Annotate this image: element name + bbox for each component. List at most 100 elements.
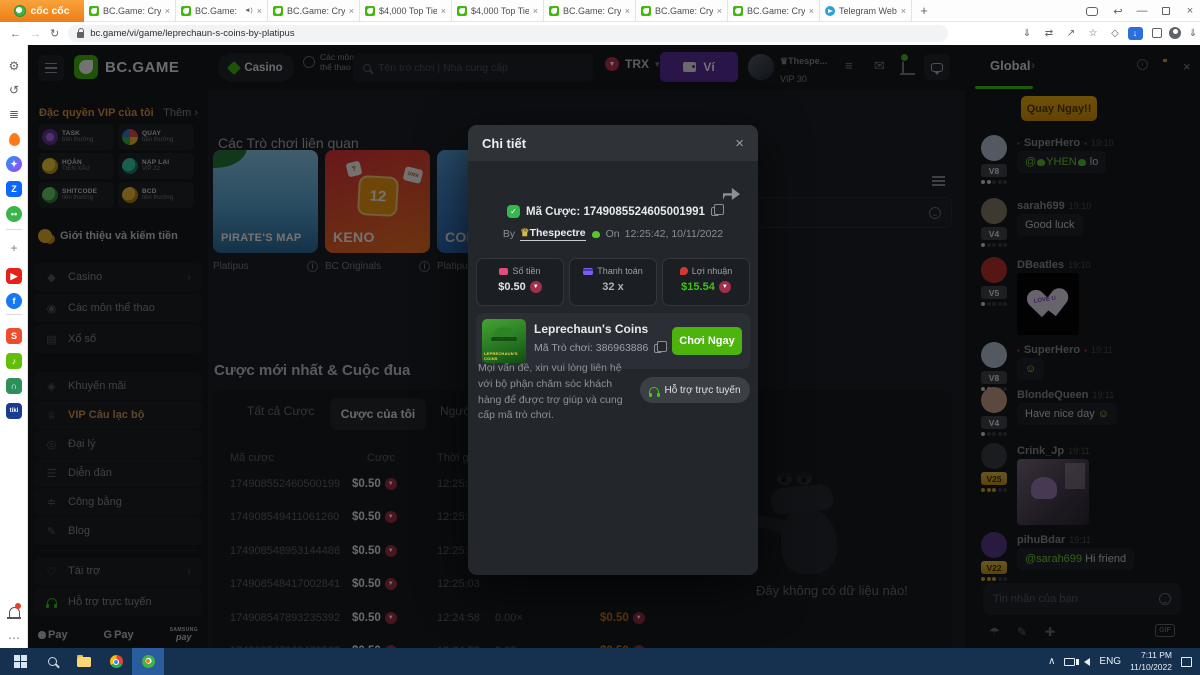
tab-close-icon[interactable]: × <box>533 6 538 16</box>
network-icon[interactable] <box>1064 658 1075 666</box>
notifications-bell-icon[interactable] <box>5 603 23 621</box>
browser-tab-6[interactable]: BC.Game: Crypto× <box>544 0 636 21</box>
window-close-button[interactable]: × <box>1178 0 1200 22</box>
bcgame-favicon <box>365 6 375 16</box>
reading-list-icon[interactable]: ≣ <box>5 105 23 123</box>
trx-token-icon: ▼ <box>530 281 542 293</box>
copy-icon[interactable] <box>711 207 719 216</box>
screen: cốc cốc BC.Game: Crypto× BC.Game: Cry◄)×… <box>0 0 1200 675</box>
crown-icon: ♛ <box>520 227 529 239</box>
tab-close-icon[interactable]: × <box>441 6 446 16</box>
tab-close-icon[interactable]: × <box>717 6 722 16</box>
window-minimize-button[interactable]: — <box>1130 0 1154 22</box>
tab-close-icon[interactable]: × <box>349 6 354 16</box>
trx-token-icon: ▼ <box>719 281 731 293</box>
share-icon[interactable] <box>723 187 740 200</box>
browser-tab-4[interactable]: $4,000 Top Tier P× <box>360 0 452 21</box>
browser-tab-7[interactable]: BC.Game: Crypto× <box>636 0 728 21</box>
url-text[interactable]: bc.game/vi/game/leprechaun-s-coins-by-pl… <box>90 28 294 39</box>
tiki-icon[interactable]: tiki <box>5 402 23 420</box>
game-thumbnail[interactable]: LEPRECHAUN'S COINS <box>482 319 526 363</box>
share-page-icon[interactable]: ↗ <box>1062 24 1080 42</box>
adblock-shield-icon[interactable]: ◇ <box>1106 24 1124 42</box>
zalo-icon[interactable]: Z <box>5 180 23 198</box>
tab-search-icon[interactable] <box>1080 0 1104 22</box>
translate-icon[interactable]: ⇄ <box>1040 24 1058 42</box>
games-icon[interactable]: •• <box>5 205 23 223</box>
headphones-icon <box>649 387 659 394</box>
action-center-icon[interactable] <box>1181 657 1192 667</box>
clock[interactable]: 7:11 PM11/10/2022 <box>1130 650 1172 672</box>
education-icon[interactable]: ∩ <box>5 377 23 395</box>
browser-tab-telegram[interactable]: Telegram Web× <box>820 0 912 21</box>
forward-icon[interactable]: → <box>30 28 41 40</box>
brand-label: cốc cốc <box>30 5 69 17</box>
profit-icon <box>680 267 688 275</box>
copy-icon[interactable] <box>654 344 662 353</box>
windows-taskbar: ∧ ENG 7:11 PM11/10/2022 <box>0 648 1200 675</box>
back-icon[interactable]: ← <box>10 28 21 40</box>
coccoc-menu-button[interactable]: cốc cốc <box>0 0 84 22</box>
volume-icon[interactable] <box>1084 658 1090 666</box>
bcgame-favicon <box>457 6 467 16</box>
downloader-icon[interactable]: ↓ <box>1126 24 1144 42</box>
verified-icon: ✓ <box>507 205 520 218</box>
browser-tab-1[interactable]: BC.Game: Crypto× <box>84 0 176 21</box>
sidebar-divider <box>6 229 22 230</box>
facebook-icon[interactable]: f <box>5 292 23 310</box>
window-maximize-button[interactable] <box>1154 0 1178 22</box>
bcgame-favicon <box>89 6 99 16</box>
history-icon[interactable]: ↺ <box>5 81 23 99</box>
bet-user-link[interactable]: ♛Thespectre <box>520 227 585 241</box>
file-explorer-icon[interactable] <box>68 648 100 675</box>
coccoc-taskbar-icon[interactable] <box>132 648 164 675</box>
browser-tab-8[interactable]: BC.Game: Crypto× <box>728 0 820 21</box>
browser-tab-3[interactable]: BC.Game: Crypto× <box>268 0 360 21</box>
tab-close-icon[interactable]: × <box>625 6 630 16</box>
tab-close-icon[interactable]: × <box>809 6 814 16</box>
more-options-icon[interactable]: ⋯ <box>5 629 23 647</box>
chrome-icon[interactable] <box>100 648 132 675</box>
telegram-favicon <box>825 6 835 16</box>
language-indicator[interactable]: ENG <box>1099 656 1121 667</box>
reload-icon[interactable]: ↻ <box>50 27 59 40</box>
modal-header: Chi tiết × <box>468 125 758 161</box>
bookmark-star-icon[interactable]: ☆ <box>1084 24 1102 42</box>
youtube-icon[interactable]: ▶ <box>5 267 23 285</box>
bet-details-modal: Chi tiết × ✓ Mã Cược: 174908552460500199… <box>468 125 758 575</box>
bcgame-app: BC.GAME Đặc quyền VIP của tôi Thêm › TAS… <box>28 45 1200 648</box>
browser-tab-5[interactable]: $4,000 Top Tier P× <box>452 0 544 21</box>
stat-payout: Thanh toán 32 x <box>569 258 657 306</box>
new-tab-button[interactable]: + <box>912 0 936 21</box>
hot-news-icon[interactable] <box>5 130 23 148</box>
zing-icon[interactable]: ♪ <box>5 352 23 370</box>
hidden-icons-chevron[interactable]: ∧ <box>1048 656 1055 667</box>
download-page-icon[interactable]: ⇓ <box>1018 24 1036 42</box>
amount-icon <box>499 268 508 275</box>
browser-tab-2[interactable]: BC.Game: Cry◄)× <box>176 0 268 21</box>
modal-close-icon[interactable]: × <box>735 135 744 152</box>
messenger-icon[interactable]: ✦ <box>5 155 23 173</box>
profile-icon[interactable] <box>1166 24 1184 42</box>
payout-icon <box>583 268 593 275</box>
browser-sidebar: ⚙ ↺ ≣ ✦ Z •• + ▶ f S ♪ ∩ tiki ⋯ <box>0 45 28 648</box>
tab-close-icon[interactable]: × <box>901 6 906 16</box>
bet-byline: By ♛Thespectre On 12:25:42, 10/11/2022 <box>468 227 758 241</box>
tab-close-icon[interactable]: × <box>165 6 170 16</box>
stat-amount: Số tiền $0.50▼ <box>476 258 564 306</box>
play-now-button[interactable]: Chơi Ngay <box>672 327 742 355</box>
sidebar-divider <box>6 314 22 315</box>
taskbar-search-icon[interactable] <box>36 648 68 675</box>
extensions-puzzle-icon[interactable] <box>1148 24 1166 42</box>
add-app-icon[interactable]: + <box>5 239 23 257</box>
downloads-tray-icon[interactable]: ⇓ <box>1184 24 1200 42</box>
tab-close-icon[interactable]: × <box>257 6 262 16</box>
shopee-icon[interactable]: S <box>5 327 23 345</box>
settings-gear-icon[interactable]: ⚙ <box>5 57 23 75</box>
url-box[interactable]: bc.game/vi/game/leprechaun-s-coins-by-pl… <box>68 25 948 42</box>
bcgame-favicon <box>549 6 559 16</box>
start-button[interactable] <box>4 648 36 675</box>
recent-tabs-icon[interactable]: ↩ <box>1106 0 1130 22</box>
tab-audio-icon[interactable]: ◄) <box>244 7 253 14</box>
live-support-button[interactable]: Hỗ trợ trực tuyến <box>640 377 750 403</box>
